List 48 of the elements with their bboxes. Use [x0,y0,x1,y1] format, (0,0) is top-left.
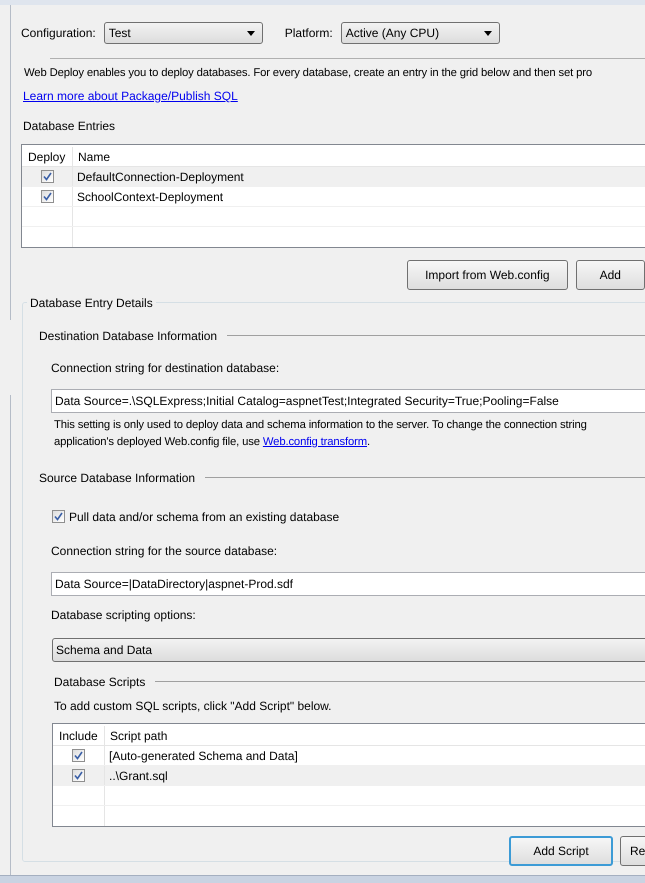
text-input[interactable]: Data Source=.\SQLExpress;Initial Catalog=aspnetTest;Integrated Security=True;Pooling=False [51,388,645,413]
field-label: Connection string for the source database: [51,542,278,560]
learn-more-link[interactable]: Learn more about Package/Publish SQL [23,86,238,105]
grid-cell-text: ..\Grant.sql [108,768,169,785]
checkmark-icon [74,770,83,780]
hint-text: To add custom SQL scripts, click "Add Script" below. [54,698,332,715]
section-title: Source Database Information [39,470,196,487]
scripting-options-dropdown[interactable]: Schema and Data [52,638,645,662]
field-label: Platform: [284,25,333,42]
checkbox[interactable] [72,768,85,782]
checkbox[interactable] [52,510,65,524]
column-header[interactable]: Include [53,726,105,745]
text-input[interactable]: Data Source=|DataDirectory|aspnet-Prod.sdf [51,572,645,596]
intro-text: Web Deploy enables you to deploy databases. For every database, create an entry in the grid below and then set pro [24,66,593,81]
grid-cell-text: DefaultConnection-Deployment [76,168,245,186]
grid-row[interactable]: SchoolContext-Deployment [22,186,645,207]
web-config-transform-link[interactable]: Web.config transform [262,436,368,448]
grid-cell-text: [Auto-generated Schema and Data] [108,748,299,765]
button[interactable]: Import from Web.config [407,260,568,290]
dropdown-caret-icon [246,30,255,36]
checkmark-icon [42,192,52,201]
checkbox[interactable] [72,748,85,762]
field-label: Connection string for destination database: [51,360,280,377]
grid-row[interactable]: DefaultConnection-Deployment [22,166,645,187]
checkbox[interactable] [40,190,54,203]
column-header[interactable]: Name [73,146,645,166]
grid-row[interactable]: ..\Grant.sql [53,766,645,786]
button[interactable]: Add [576,260,645,290]
note-text: This setting is only used to deploy data and schema information to the server. To change the connection string application's deployed Web.config file, use Web.config transform. [54,418,588,450]
checkbox[interactable] [40,170,54,183]
grid-row[interactable]: [Auto-generated Schema and Data] [53,746,645,766]
checkmark-icon [54,512,63,522]
checkmark-icon [74,750,83,760]
section-title: Destination Database Information [39,328,218,345]
checkmark-icon [42,172,52,181]
section-title: Database Scripts [54,674,146,691]
column-header[interactable]: Deploy [22,146,73,166]
button[interactable]: Add Script [509,836,613,866]
column-header[interactable]: Script path [105,726,645,745]
checkbox-label: Pull data and/or schema from an existing database [69,508,340,526]
field-label: Database scripting options: [51,606,196,624]
grid-cell-text: SchoolContext-Deployment [76,188,224,206]
button[interactable]: Re [620,836,645,866]
configuration-dropdown[interactable]: Test [104,22,263,44]
section-title: Database Entries [23,118,116,135]
field-label: Configuration: [21,25,96,42]
dropdown-caret-icon [484,30,492,36]
platform-dropdown[interactable]: Active (Any CPU) [340,22,500,44]
